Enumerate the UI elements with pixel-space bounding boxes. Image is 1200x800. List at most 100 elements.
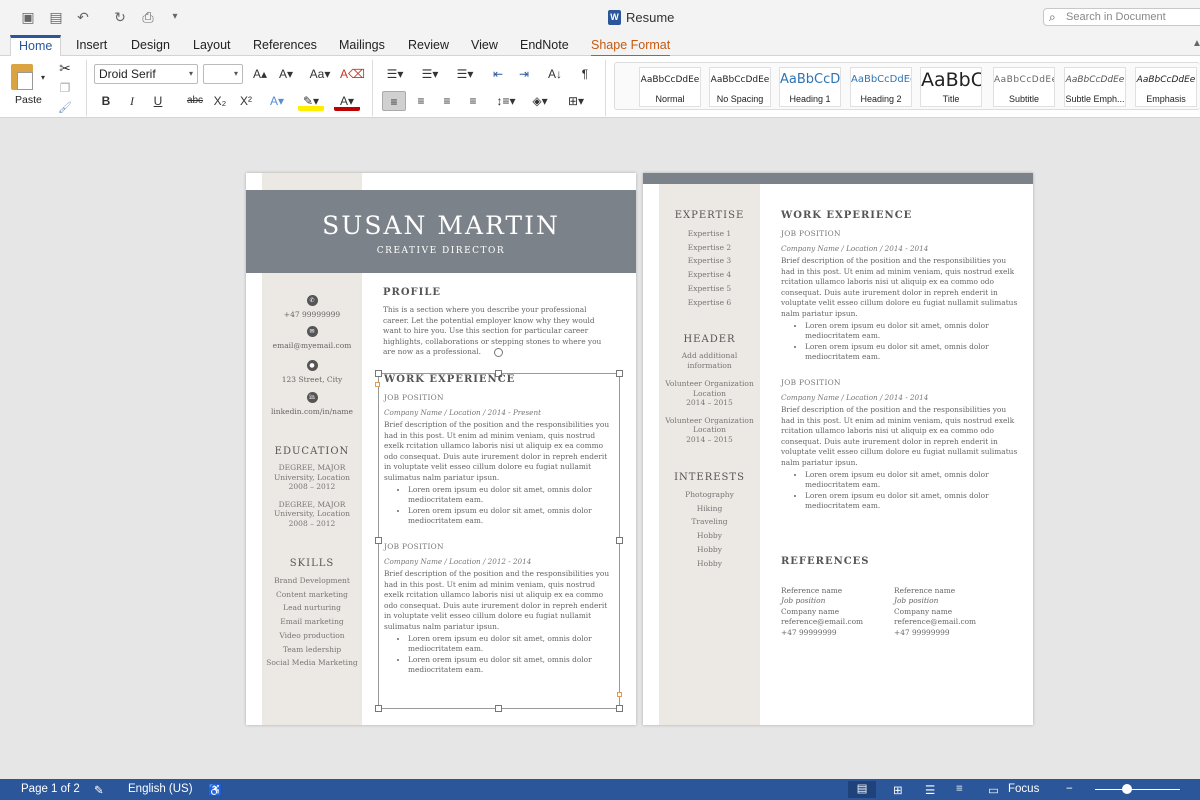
style-subtle-emphasis[interactable]: AaBbCcDdEe Subtle Emph... — [1064, 67, 1126, 107]
language-status[interactable]: English (US) — [128, 783, 193, 795]
grow-font-icon[interactable]: A▴ — [249, 64, 271, 84]
bullet-item[interactable]: Loren orem ipsum eu dolor sit amet, omni… — [408, 506, 616, 527]
paste-icon[interactable] — [11, 64, 33, 90]
education-entry[interactable]: DEGREE, MAJOR University, Location 2008 … — [262, 500, 362, 529]
justify-button[interactable]: ≡ — [462, 91, 484, 111]
company-line[interactable]: Company Name / Location / 2014 - 2014 — [781, 244, 1019, 253]
job-position[interactable]: JOB POSITION — [781, 229, 1019, 238]
align-center-button[interactable]: ≡ — [410, 91, 432, 111]
skill-item[interactable]: Lead nurturing — [262, 601, 362, 615]
sort-icon[interactable]: A↓ — [543, 64, 567, 84]
anchor-handle[interactable] — [617, 692, 622, 697]
interests-heading[interactable]: INTERESTS — [659, 472, 760, 483]
bullets-icon[interactable]: ☰▾ — [382, 64, 408, 84]
linkedin-text[interactable]: linkedin.com/in/name — [271, 407, 353, 416]
style-emphasis[interactable]: AaBbCcDdEe Emphasis — [1135, 67, 1197, 107]
page-count[interactable]: Page 1 of 2 — [21, 783, 80, 795]
job-description[interactable]: Brief description of the position and th… — [384, 420, 616, 484]
bullet-item[interactable]: Loren orem ipsum eu dolor sit amet, omni… — [805, 321, 1019, 342]
header-line[interactable]: Add additional — [659, 351, 760, 361]
expertise-item[interactable]: Expertise 5 — [659, 282, 760, 296]
reference-card[interactable]: Reference name Job position Company name… — [781, 586, 863, 638]
reference-card[interactable]: Reference name Job position Company name… — [894, 586, 976, 638]
redo-icon[interactable]: ↻ — [112, 9, 128, 25]
header-heading[interactable]: HEADER — [659, 334, 760, 345]
header-line[interactable]: information — [659, 361, 760, 371]
resize-handle[interactable] — [495, 705, 502, 712]
print-layout-icon[interactable]: ▤ — [848, 781, 876, 798]
bullet-item[interactable]: Loren orem ipsum eu dolor sit amet, omni… — [805, 491, 1019, 512]
highlight-icon[interactable]: ✎▾ — [298, 91, 324, 111]
address-text[interactable]: 123 Street, City — [282, 375, 342, 384]
bullet-item[interactable]: Loren orem ipsum eu dolor sit amet, omni… — [408, 655, 616, 676]
clear-formatting-icon[interactable]: A⌫ — [340, 64, 365, 84]
expertise-item[interactable]: Expertise 4 — [659, 268, 760, 282]
numbering-icon[interactable]: ☰▾ — [417, 64, 443, 84]
tab-design[interactable]: Design — [131, 38, 170, 52]
email-text[interactable]: email@myemail.com — [273, 341, 352, 350]
skill-item[interactable]: Social Media Marketing — [262, 656, 362, 670]
interest-item[interactable]: Hiking — [659, 502, 760, 516]
style-title[interactable]: AaBbC Title — [920, 67, 982, 107]
zoom-out-icon[interactable]: − — [1066, 783, 1073, 795]
resize-handle[interactable] — [616, 370, 623, 377]
skill-item[interactable]: Brand Development — [262, 574, 362, 588]
shading-icon[interactable]: ◈▾ — [527, 91, 553, 111]
bullet-item[interactable]: Loren orem ipsum eu dolor sit amet, omni… — [408, 485, 616, 506]
company-line[interactable]: Company Name / Location / 2012 - 2014 — [384, 557, 616, 566]
phone-text[interactable]: +47 99999999 — [284, 310, 340, 319]
education-entry[interactable]: DEGREE, MAJOR University, Location 2008 … — [262, 463, 362, 492]
underline-button[interactable]: U — [148, 91, 168, 111]
job-position[interactable]: JOB POSITION — [384, 542, 616, 551]
expertise-item[interactable]: Expertise 3 — [659, 254, 760, 268]
document-canvas[interactable]: SUSAN MARTIN CREATIVE DIRECTOR ✆ +47 999… — [0, 119, 1200, 779]
font-color-icon[interactable]: A▾ — [334, 91, 360, 111]
increase-indent-icon[interactable]: ⇥ — [514, 64, 534, 84]
tab-home[interactable]: Home — [10, 35, 62, 57]
copy-icon[interactable]: ❐ — [56, 78, 74, 98]
change-case-icon[interactable]: Aa▾ — [305, 64, 335, 84]
cut-icon[interactable]: ✂ — [56, 58, 74, 78]
style-heading-2[interactable]: AaBbCcDdEe Heading 2 — [850, 67, 912, 107]
align-left-button[interactable]: ≡ — [382, 91, 406, 111]
paste-dropdown-icon[interactable]: ▾ — [38, 68, 48, 88]
interest-item[interactable]: Hobby — [659, 529, 760, 543]
expertise-item[interactable]: Expertise 2 — [659, 241, 760, 255]
skill-item[interactable]: Video production — [262, 629, 362, 643]
interest-item[interactable]: Traveling — [659, 515, 760, 529]
references-heading[interactable]: REFERENCES — [781, 556, 870, 567]
work-experience-heading[interactable]: WORK EXPERIENCE — [781, 210, 912, 221]
tab-view[interactable]: View — [471, 38, 498, 52]
draft-icon[interactable]: ≡ — [956, 783, 963, 795]
resize-handle[interactable] — [375, 705, 382, 712]
strikethrough-button[interactable]: abc — [184, 91, 206, 111]
style-normal[interactable]: AaBbCcDdEe Normal — [639, 67, 701, 107]
save-icon[interactable]: ▤ — [48, 9, 64, 25]
style-heading-1[interactable]: AaBbCcDc Heading 1 — [779, 67, 841, 107]
work-experience-heading[interactable]: WORK EXPERIENCE — [384, 374, 515, 385]
tab-insert[interactable]: Insert — [76, 38, 107, 52]
job-description[interactable]: Brief description of the position and th… — [384, 569, 616, 633]
shrink-font-icon[interactable]: A▾ — [275, 64, 297, 84]
zoom-slider[interactable] — [1095, 789, 1180, 790]
decrease-indent-icon[interactable]: ⇤ — [488, 64, 508, 84]
show-formatting-icon[interactable]: ¶ — [575, 64, 595, 84]
profile-heading[interactable]: PROFILE — [383, 287, 441, 298]
job-description[interactable]: Brief description of the position and th… — [781, 256, 1019, 320]
skills-heading[interactable]: SKILLS — [262, 558, 362, 569]
align-right-button[interactable]: ≡ — [436, 91, 458, 111]
tab-review[interactable]: Review — [408, 38, 449, 52]
superscript-button[interactable]: X² — [236, 91, 256, 111]
company-line[interactable]: Company Name / Location / 2014 - 2014 — [781, 393, 1019, 402]
expertise-item[interactable]: Expertise 6 — [659, 296, 760, 310]
skill-item[interactable]: Email marketing — [262, 615, 362, 629]
tab-mailings[interactable]: Mailings — [339, 38, 385, 52]
italic-button[interactable]: I — [122, 91, 142, 111]
tab-endnote[interactable]: EndNote — [520, 38, 569, 52]
job-position[interactable]: JOB POSITION — [781, 378, 1019, 387]
expertise-item[interactable]: Expertise 1 — [659, 227, 760, 241]
user-icon[interactable]: ▲ — [1192, 38, 1200, 49]
font-name-select[interactable]: Droid Serif ▾ — [94, 64, 198, 84]
bold-button[interactable]: B — [96, 91, 116, 111]
company-line[interactable]: Company Name / Location / 2014 - Present — [384, 408, 616, 417]
